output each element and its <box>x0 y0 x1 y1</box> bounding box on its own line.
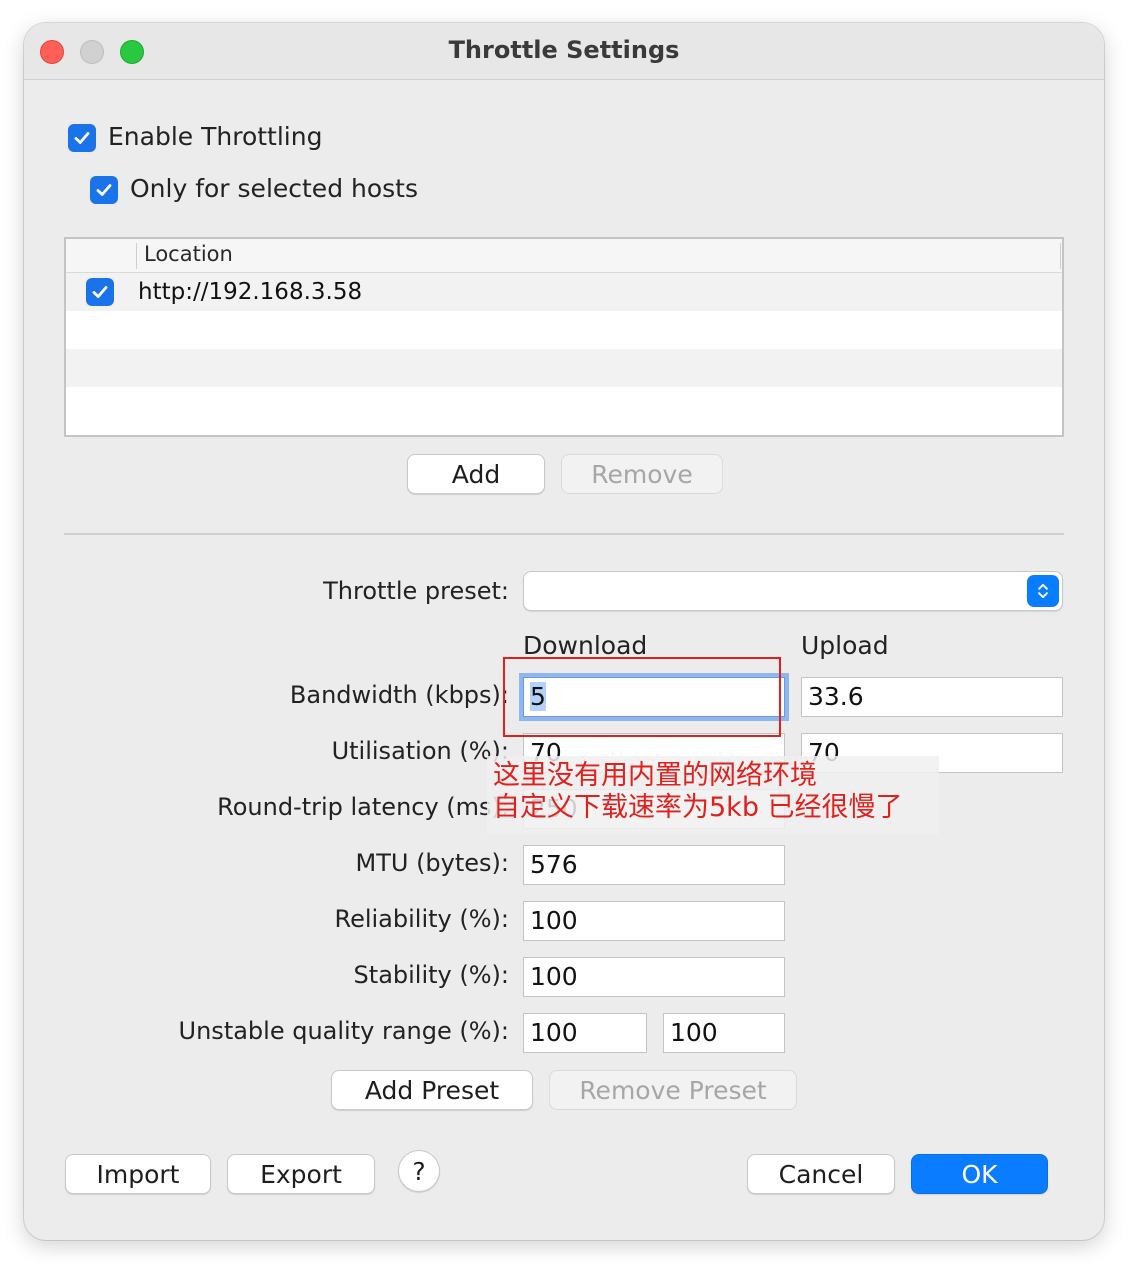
location-column-header[interactable]: Location <box>144 242 233 266</box>
title-bar: Throttle Settings <box>24 23 1104 80</box>
host-enabled-checkbox[interactable] <box>86 278 114 306</box>
only-selected-hosts-label: Only for selected hosts <box>130 174 419 203</box>
table-row[interactable]: http://192.168.3.58 <box>66 273 1062 311</box>
throttle-preset-select[interactable] <box>523 571 1063 611</box>
utilisation-label: Utilisation (%): <box>331 737 509 765</box>
unstable-range-label: Unstable quality range (%): <box>178 1017 509 1045</box>
download-column-header: Download <box>523 631 648 660</box>
stability-input[interactable]: 100 <box>523 957 785 997</box>
hosts-table: Location http://192.168.3.58 <box>64 237 1064 437</box>
reliability-input[interactable]: 100 <box>523 901 785 941</box>
annotation-highlight-box <box>503 657 781 737</box>
add-preset-button[interactable]: Add Preset <box>331 1070 533 1110</box>
host-location: http://192.168.3.58 <box>138 279 363 305</box>
checkmark-icon <box>92 286 108 298</box>
remove-host-button[interactable]: Remove <box>561 454 723 494</box>
remove-preset-button[interactable]: Remove Preset <box>549 1070 797 1110</box>
add-host-button[interactable]: Add <box>407 454 545 494</box>
bandwidth-upload-input[interactable]: 33.6 <box>801 677 1063 717</box>
table-header: Location <box>66 239 1062 273</box>
window-title: Throttle Settings <box>448 36 680 64</box>
latency-label: Round-trip latency (ms): <box>217 793 509 821</box>
enable-throttling-label: Enable Throttling <box>108 122 323 151</box>
chevron-up-down-icon <box>1027 575 1059 607</box>
enable-throttling-checkbox[interactable] <box>68 124 96 152</box>
cancel-button[interactable]: Cancel <box>747 1154 895 1194</box>
table-row <box>66 387 1062 425</box>
column-separator <box>136 243 137 269</box>
import-button[interactable]: Import <box>65 1154 211 1194</box>
export-button[interactable]: Export <box>227 1154 375 1194</box>
annotation-note: 这里没有用内置的网络环境 自定义下载速率为5kb 已经很慢了 <box>487 756 939 834</box>
unstable-range-max-input[interactable]: 100 <box>663 1013 785 1053</box>
throttle-settings-window: Throttle Settings Enable Throttling Only… <box>24 23 1104 1240</box>
unstable-range-min-input[interactable]: 100 <box>523 1013 647 1053</box>
annotation-line-1: 这里没有用内置的网络环境 <box>493 760 817 791</box>
table-row <box>66 349 1062 387</box>
only-selected-hosts-checkbox[interactable] <box>90 176 118 204</box>
checkmark-icon <box>96 184 112 196</box>
throttle-preset-label: Throttle preset: <box>323 577 509 605</box>
mtu-input[interactable]: 576 <box>523 845 785 885</box>
annotation-line-2: 自定义下载速率为5kb 已经很慢了 <box>493 792 903 823</box>
checkmark-icon <box>74 132 90 144</box>
bandwidth-label: Bandwidth (kbps): <box>289 681 509 709</box>
upload-column-header: Upload <box>801 631 889 660</box>
stability-label: Stability (%): <box>353 961 509 989</box>
column-separator <box>1060 243 1061 269</box>
reliability-label: Reliability (%): <box>334 905 509 933</box>
table-row <box>66 311 1062 349</box>
help-button[interactable]: ? <box>398 1150 440 1192</box>
mtu-label: MTU (bytes): <box>355 849 510 877</box>
ok-button[interactable]: OK <box>911 1154 1048 1194</box>
section-divider <box>64 533 1064 535</box>
